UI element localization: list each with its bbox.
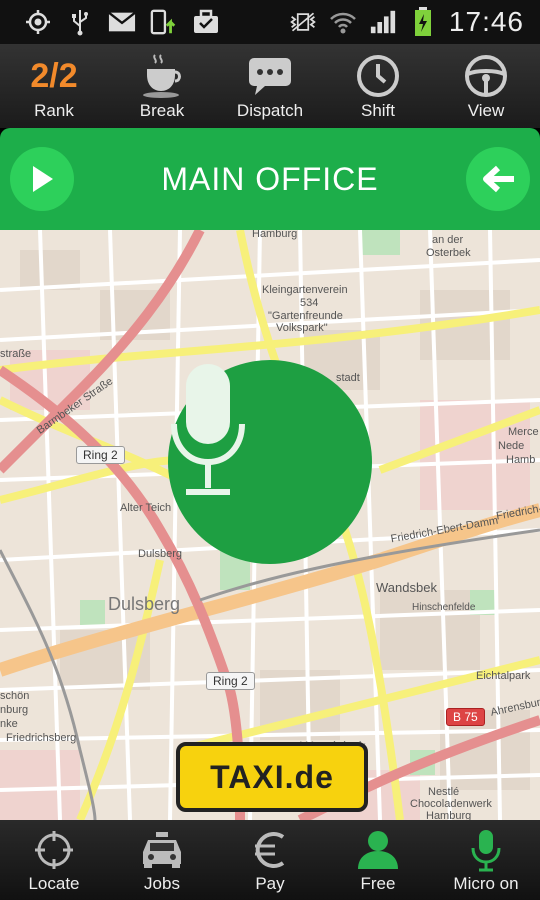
battery-icon [409,7,437,36]
coffee-cup-icon [141,51,183,101]
taxi-logo: TAXI.de [176,742,368,812]
wifi-icon [329,8,357,36]
map-label: straße [0,348,32,360]
taxi-logo-text: TAXI.de [210,758,334,795]
map-label: 534 [300,297,319,309]
map-label: Dulsberg [138,548,183,560]
map-label: Nede [498,440,525,452]
micro-label: Micro on [453,874,519,893]
jobs-label: Jobs [144,874,180,893]
map-label: Volkspark" [276,322,328,334]
status-bar: 17:46 [0,0,540,44]
rank-value: 2/2 [30,57,78,95]
free-button[interactable]: Free [324,820,432,900]
view-label: View [467,101,505,120]
map-label: "Gartenfreunde [268,310,343,322]
map-label: schön [0,690,30,702]
map-label: Chocoladenwerk [410,798,492,810]
map-label: nburg [0,704,29,716]
taxi-car-icon [138,826,186,874]
top-toolbar: 2/2 Rank Break Dispatch Shift View [0,44,540,128]
steering-wheel-icon [464,51,508,101]
map-label: Hinschenfelde [412,602,476,613]
gps-icon [24,8,52,36]
vibrate-icon [289,8,317,36]
chat-bubble-icon [247,51,293,101]
play-icon [33,166,53,192]
map-label: Kleingartenverein [262,284,348,296]
jobs-button[interactable]: Jobs [108,820,216,900]
map-label: Hamb [506,454,536,466]
usb-icon [66,8,94,36]
play-button[interactable] [10,147,74,211]
micro-button[interactable]: Micro on [432,820,540,900]
road-badge: Ring 2 [206,672,255,690]
map-label: Merce [508,426,539,438]
back-button[interactable] [466,147,530,211]
locate-button[interactable]: Locate [0,820,108,900]
shift-button[interactable]: Shift [324,44,432,128]
map-label: Hamburg [426,810,472,820]
briefcase-icon [192,8,220,36]
pay-label: Pay [255,874,285,893]
dispatch-button[interactable]: Dispatch [216,44,324,128]
break-button[interactable]: Break [108,44,216,128]
map-label: Dulsberg [108,594,181,614]
map-label: Hamburg [252,230,298,240]
locate-label: Locate [28,874,80,893]
map-label: an der [432,234,464,246]
person-icon [356,826,400,874]
phone-update-icon [150,8,178,36]
crosshair-icon [33,826,75,874]
clock: 17:46 [448,6,524,37]
shift-label: Shift [360,101,396,120]
microphone-small-icon [470,826,502,874]
rank-button[interactable]: 2/2 Rank [0,44,108,128]
map-label: nke [0,718,18,730]
break-label: Break [139,101,185,120]
microphone-button[interactable] [168,360,372,564]
dispatch-label: Dispatch [236,101,304,120]
map-label: Alter Teich [120,502,172,514]
pay-button[interactable]: Pay [216,820,324,900]
map-view[interactable]: Hamburg an der Osterbek Kleingartenverei… [0,230,540,820]
rank-label: Rank [34,101,74,120]
road-badge: B 75 [446,708,485,726]
arrow-left-icon [483,165,514,193]
signal-icon [369,8,397,36]
map-label: Osterbek [426,247,471,259]
road-badge: Ring 2 [76,446,125,464]
clock-icon [356,51,400,101]
free-label: Free [360,874,396,893]
euro-icon [253,826,287,874]
map-label: Eichtalpark [476,670,531,682]
map-label: Nestlé [428,786,460,798]
bottom-toolbar: Locate Jobs Pay Free Micro on [0,820,540,900]
map-label: Wandsbek [376,580,437,595]
map-label: Friedrichsberg [6,732,77,744]
office-banner: MAIN OFFICE [0,128,540,230]
view-button[interactable]: View [432,44,540,128]
microphone-icon [171,364,245,495]
gmail-icon [108,8,136,36]
map-label: stadt [336,372,360,384]
office-title: MAIN OFFICE [161,160,379,197]
